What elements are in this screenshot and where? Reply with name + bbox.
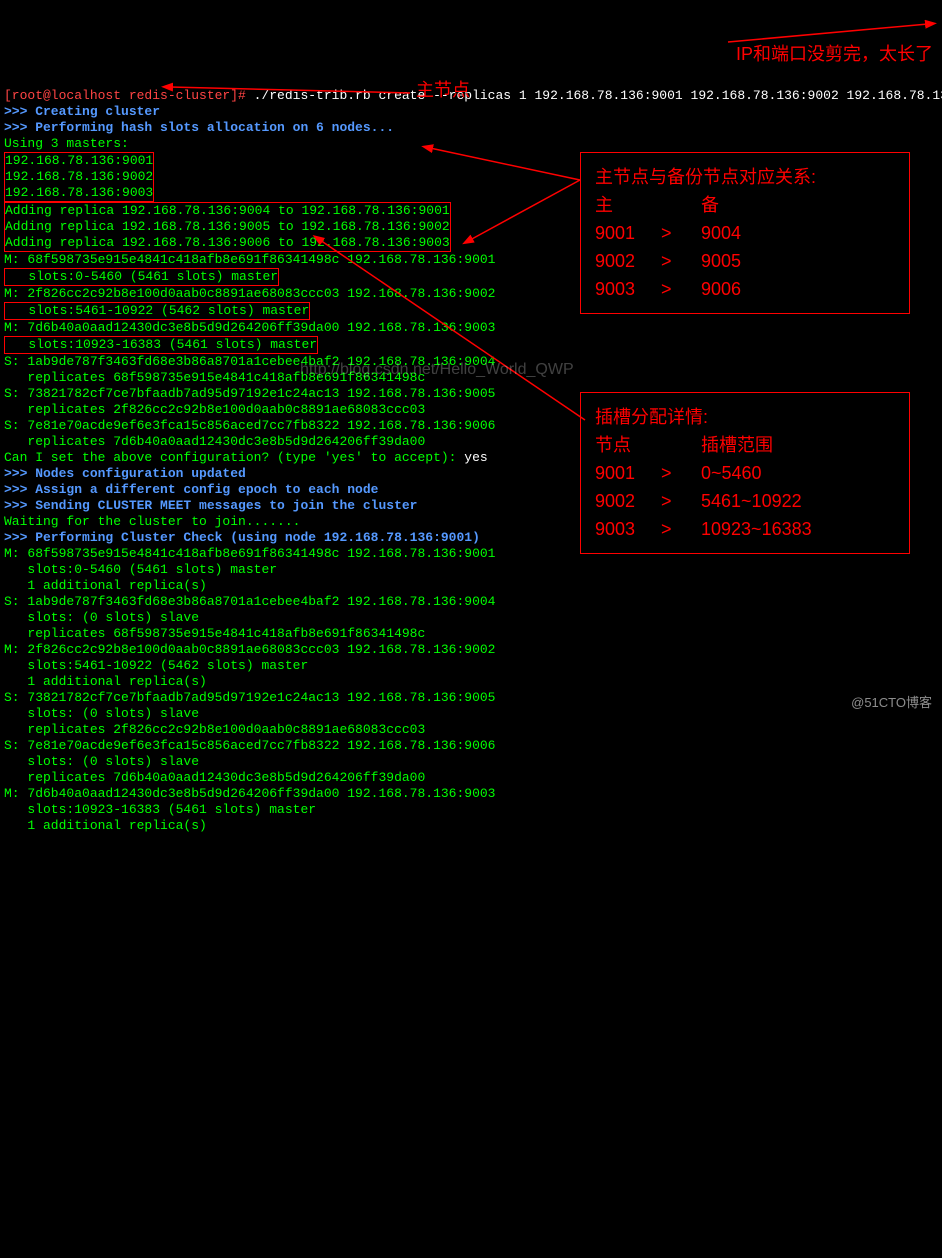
prompt-user: [root@localhost redis-cluster]# xyxy=(4,88,246,103)
relation-row: 9002>9005 xyxy=(595,247,895,275)
confirm-prompt: Can I set the above configuration? (type… xyxy=(4,450,464,465)
chk-m1-rep: 1 additional replica(s) xyxy=(4,578,207,593)
relation-row: 9003>9006 xyxy=(595,275,895,303)
chk-s3-rep: replicates 7d6b40a0aad12430dc3e8b5d9d264… xyxy=(4,770,425,785)
add-rep-3: Adding replica 192.168.78.136:9006 to 19… xyxy=(5,235,450,250)
slots-title: 插槽分配详情: xyxy=(595,403,895,431)
masters-box: 192.168.78.136:9001 192.168.78.136:9002 … xyxy=(4,152,154,202)
step-assign-epoch: >>> Assign a different config epoch to e… xyxy=(4,482,378,497)
s3-line: S: 7e81e70acde9ef6e3fca15c856aced7cc7fb8… xyxy=(4,418,495,433)
chk-m1: M: 68f598735e915e4841c418afb8e691f863414… xyxy=(4,546,495,561)
chk-s2-rep: replicates 2f826cc2c92b8e100d0aab0c8891a… xyxy=(4,722,425,737)
s3-rep: replicates 7d6b40a0aad12430dc3e8b5d9d264… xyxy=(4,434,425,449)
slots-row: 9003>10923~16383 xyxy=(595,515,895,543)
slots-row: 9002>5461~10922 xyxy=(595,487,895,515)
relation-row: 9001>9004 xyxy=(595,219,895,247)
add-rep-1: Adding replica 192.168.78.136:9004 to 19… xyxy=(5,203,450,218)
step-nodes-updated: >>> Nodes configuration updated xyxy=(4,466,246,481)
slots-m1-box: slots:0-5460 (5461 slots) master xyxy=(4,268,279,286)
slots-row: 9001>0~5460 xyxy=(595,459,895,487)
step-hash-alloc: >>> Performing hash slots allocation on … xyxy=(4,120,394,135)
waiting-join: Waiting for the cluster to join....... xyxy=(4,514,300,529)
confirm-answer[interactable]: yes xyxy=(464,450,487,465)
chk-m3-rep: 1 additional replica(s) xyxy=(4,818,207,833)
m1-slots: slots:0-5460 (5461 slots) master xyxy=(5,269,278,284)
chk-s1: S: 1ab9de787f3463fd68e3b86a8701a1cebee4b… xyxy=(4,594,495,609)
chk-s3-slots: slots: (0 slots) slave xyxy=(4,754,199,769)
chk-s3: S: 7e81e70acde9ef6e3fca15c856aced7cc7fb8… xyxy=(4,738,495,753)
master-1: 192.168.78.136:9001 xyxy=(5,153,153,168)
anno-relation-box: 主节点与备份节点对应关系: 主 备 9001>9004 9002>9005 90… xyxy=(580,152,910,314)
relation-header: 主 备 xyxy=(595,191,895,219)
m2-slots: slots:5461-10922 (5462 slots) master xyxy=(5,303,309,318)
anno-masters-label: 主节点 xyxy=(416,82,470,98)
chk-s2-slots: slots: (0 slots) slave xyxy=(4,706,199,721)
s2-line: S: 73821782cf7ce7bfaadb7ad95d97192e1c24a… xyxy=(4,386,495,401)
s2-rep: replicates 2f826cc2c92b8e100d0aab0c8891a… xyxy=(4,402,425,417)
anno-ip-truncated: IP和端口没剪完，太长了 xyxy=(736,46,933,62)
add-rep-2: Adding replica 192.168.78.136:9005 to 19… xyxy=(5,219,450,234)
using-masters: Using 3 masters: xyxy=(4,136,129,151)
m3-line: M: 7d6b40a0aad12430dc3e8b5d9d264206ff39d… xyxy=(4,320,495,335)
master-3: 192.168.78.136:9003 xyxy=(5,185,153,200)
m3-slots: slots:10923-16383 (5461 slots) master xyxy=(5,337,317,352)
anno-slots-box: 插槽分配详情: 节点 插槽范围 9001>0~5460 9002>5461~10… xyxy=(580,392,910,554)
chk-m2-rep: 1 additional replica(s) xyxy=(4,674,207,689)
chk-s1-rep: replicates 68f598735e915e4841c418afb8e69… xyxy=(4,626,425,641)
chk-m3: M: 7d6b40a0aad12430dc3e8b5d9d264206ff39d… xyxy=(4,786,495,801)
slots-header: 节点 插槽范围 xyxy=(595,431,895,459)
chk-s2: S: 73821782cf7ce7bfaadb7ad95d97192e1c24a… xyxy=(4,690,495,705)
chk-s1-slots: slots: (0 slots) slave xyxy=(4,610,199,625)
s1-line: S: 1ab9de787f3463fd68e3b86a8701a1cebee4b… xyxy=(4,354,495,369)
step-cluster-check: >>> Performing Cluster Check (using node… xyxy=(4,530,480,545)
slots-m2-box: slots:5461-10922 (5462 slots) master xyxy=(4,302,310,320)
s1-rep: replicates 68f598735e915e4841c418afb8e69… xyxy=(4,370,425,385)
relation-title: 主节点与备份节点对应关系: xyxy=(595,163,895,191)
prompt-command: ./redis-trib.rb create --replicas 1 192.… xyxy=(246,88,942,103)
chk-m2-slots: slots:5461-10922 (5462 slots) master xyxy=(4,658,308,673)
master-2: 192.168.78.136:9002 xyxy=(5,169,153,184)
step-cluster-meet: >>> Sending CLUSTER MEET messages to joi… xyxy=(4,498,417,513)
m1-line: M: 68f598735e915e4841c418afb8e691f863414… xyxy=(4,252,495,267)
m2-line: M: 2f826cc2c92b8e100d0aab0c8891ae68083cc… xyxy=(4,286,495,301)
replicas-box: Adding replica 192.168.78.136:9004 to 19… xyxy=(4,202,451,252)
chk-m3-slots: slots:10923-16383 (5461 slots) master xyxy=(4,802,316,817)
step-creating: >>> Creating cluster xyxy=(4,104,160,119)
chk-m1-slots: slots:0-5460 (5461 slots) master xyxy=(4,562,277,577)
slots-m3-box: slots:10923-16383 (5461 slots) master xyxy=(4,336,318,354)
chk-m2: M: 2f826cc2c92b8e100d0aab0c8891ae68083cc… xyxy=(4,642,495,657)
